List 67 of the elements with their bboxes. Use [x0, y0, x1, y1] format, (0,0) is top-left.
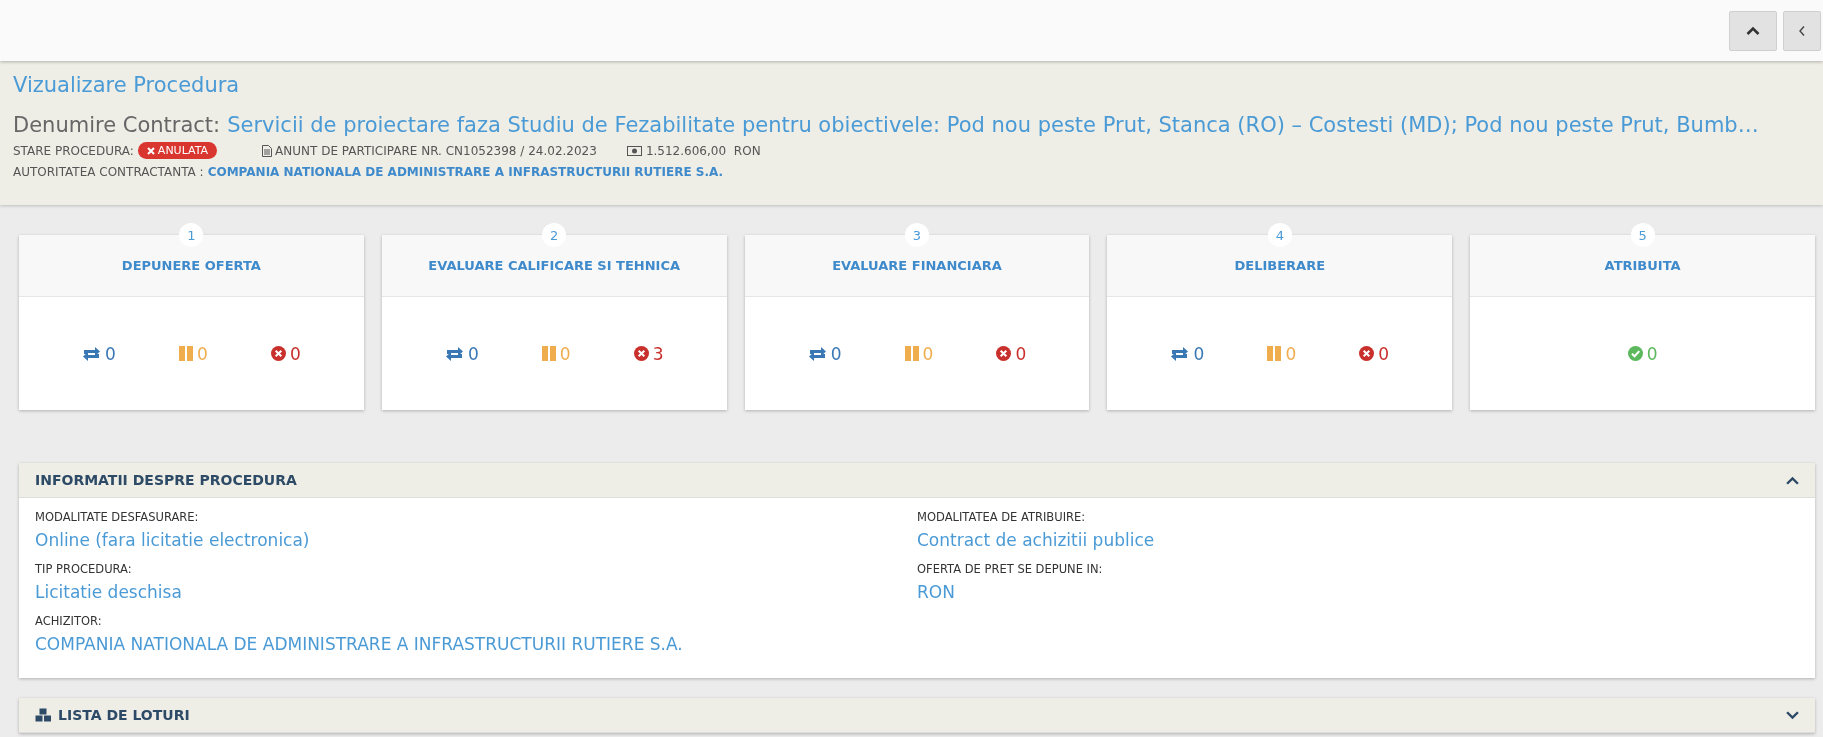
- status-badge: ANULATA: [137, 142, 218, 159]
- stage-number: 1: [179, 223, 204, 247]
- cubes-icon: [35, 708, 52, 722]
- error-icon: [1359, 346, 1375, 361]
- check-circle-icon: [1627, 346, 1643, 361]
- field-value: Licitatie deschisa: [35, 582, 182, 602]
- error-icon: [633, 346, 649, 361]
- document-icon: [262, 144, 273, 157]
- stage-count: 0: [1193, 343, 1205, 364]
- stage-title: DEPUNERE OFERTA: [121, 258, 261, 273]
- chevron-up-icon: [1746, 25, 1760, 36]
- stage-count: 0: [1015, 343, 1027, 364]
- error-icon: [270, 346, 286, 361]
- stage-count: 0: [467, 343, 479, 364]
- stage-number: 2: [542, 223, 567, 247]
- panel-header[interactable]: INFORMATII DESPRE PROCEDURA: [19, 463, 1815, 498]
- field-label: TIP PROCEDURA:: [35, 562, 132, 576]
- stage-title: DELIBERARE: [1234, 258, 1326, 273]
- field-value: RON: [917, 582, 955, 602]
- repeat-icon: [444, 346, 464, 361]
- stage-count: 0: [289, 343, 301, 364]
- stage-count: 0: [830, 343, 842, 364]
- stage-count: 0: [197, 343, 208, 364]
- contract-value: 1.512.606,00: [645, 143, 727, 158]
- field-value: COMPANIA NATIONALA DE ADMINISTRARE A INFRASTRUCTURII RUTIERE S.A.: [35, 634, 683, 654]
- stage-number: 5: [1630, 223, 1655, 247]
- stage-count: 0: [1378, 343, 1390, 364]
- pause-icon: [904, 346, 919, 361]
- stage-count: 0: [559, 343, 571, 364]
- field-value: Contract de achizitii publice: [917, 530, 1155, 550]
- stage-count: 0: [922, 343, 934, 364]
- pause-icon: [541, 346, 556, 361]
- stage-title: EVALUARE CALIFICARE SI TEHNICA: [428, 258, 681, 273]
- field-label: MODALITATE DESFASURARE:: [35, 510, 199, 524]
- stage-count: 3: [652, 343, 664, 364]
- repeat-icon: [82, 346, 102, 361]
- currency: RON: [732, 143, 761, 158]
- stage-count: 0: [1285, 343, 1297, 364]
- field-label: ACHIZITOR:: [35, 614, 102, 628]
- status-label: STARE PROCEDURA:: [13, 143, 134, 158]
- field-value: Online (fara licitatie electronica): [35, 530, 310, 550]
- notice-number: ANUNT DE PARTICIPARE NR. CN1052398 / 24.02.2023: [275, 143, 597, 158]
- stage-number: 3: [905, 223, 929, 247]
- collapse-icon[interactable]: [1786, 475, 1799, 485]
- stage-title: ATRIBUITA: [1604, 258, 1681, 273]
- stage-count: 0: [1646, 343, 1658, 364]
- repeat-icon: [1170, 346, 1190, 361]
- page-title: Vizualizare Procedura: [13, 73, 240, 97]
- contract-label: Denumire Contract:: [13, 113, 221, 137]
- stage-title: EVALUARE FINANCIARA: [832, 258, 1002, 273]
- field-label: OFERTA DE PRET SE DEPUNE IN:: [917, 562, 1103, 576]
- panel-header[interactable]: LISTA DE LOTURI: [19, 698, 1815, 733]
- pause-icon: [179, 346, 193, 361]
- money-icon: [626, 145, 642, 156]
- collapse-button[interactable]: [1729, 10, 1777, 51]
- error-icon: [996, 346, 1012, 361]
- chevron-left-icon: [1798, 24, 1806, 37]
- authority-label: AUTORITATEA CONTRACTANTA :: [13, 165, 204, 179]
- repeat-icon: [807, 346, 827, 361]
- stage-count: 0: [105, 343, 116, 364]
- panel-title: INFORMATII DESPRE PROCEDURA: [35, 472, 297, 488]
- field-label: MODALITATEA DE ATRIBUIRE:: [917, 510, 1086, 524]
- panel-title: LISTA DE LOTURI: [58, 707, 190, 723]
- contract-name: Servicii de proiectare faza Studiu de Fezabilitate pentru obiectivele: Pod nou peste Prut, Stanca (RO) – Costesti (MD); Pod nou peste Prut, Bumb…: [227, 113, 1759, 137]
- expand-icon[interactable]: [1786, 710, 1799, 720]
- stage-number: 4: [1267, 223, 1292, 247]
- pause-icon: [1267, 346, 1282, 361]
